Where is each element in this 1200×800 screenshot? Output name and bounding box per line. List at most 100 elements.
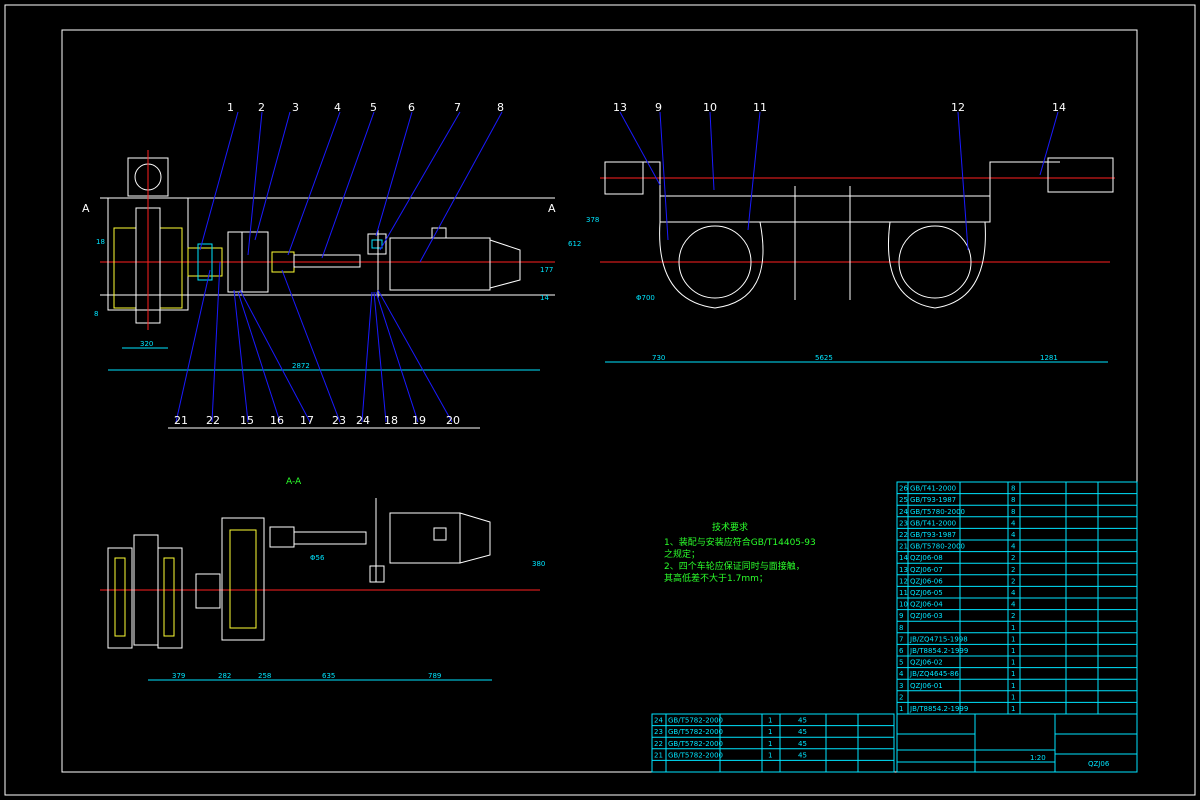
parts-list-lower: 24 GB/T5782-2000 1 45 23 GB/T5782-2000 1 45 22 GB… — [651, 713, 895, 773]
parts-row-no: 3 — [899, 682, 903, 690]
parts-row-code: GB/T93-1987 — [910, 531, 956, 539]
parts-row-code: GB/T41-2000 — [910, 519, 956, 527]
parts-lower-qty: 1 — [768, 751, 772, 759]
parts-lower-no: 24 — [654, 717, 663, 725]
sec-dim-5: 789 — [428, 672, 441, 680]
dim-inner: 320 — [140, 340, 153, 348]
top-balloons: 1 2 3 4 5 6 7 8 — [227, 101, 504, 114]
parts-row-qty: 2 — [1011, 566, 1015, 574]
parts-lower-no: 22 — [654, 740, 663, 748]
parts-row-no: 2 — [899, 693, 903, 701]
wheel-right — [159, 227, 183, 309]
dim-h1: 18 — [96, 238, 105, 246]
balloon-24: 24 — [356, 414, 370, 427]
sec-dim-v: 380 — [532, 560, 545, 568]
parts-row-code: JB/T8854.2-1999 — [909, 705, 968, 713]
parts-row-code: GB/T41-2000 — [910, 485, 956, 493]
parts-row-no: 4 — [899, 670, 904, 678]
tech-line-4: 其高低差不大于1.7mm； — [664, 572, 768, 584]
parts-lower-mat: 45 — [798, 740, 807, 748]
parts-row-qty: 1 — [1011, 659, 1015, 667]
parts-lower-code: GB/T5782-2000 — [668, 717, 723, 725]
parts-row-no: 26 — [899, 485, 908, 493]
parts-row-no: 1 — [899, 705, 903, 713]
parts-row-qty: 4 — [1011, 531, 1016, 539]
balloon-20: 20 — [446, 414, 460, 427]
sec-motor — [389, 512, 461, 564]
parts-row-code: QZJ06-04 — [910, 601, 943, 609]
parts-lower-no: 21 — [654, 751, 663, 759]
drawing-canvas: A A 2872 320 18 177 14 8 1 2 3 4 5 6 7 8… — [4, 4, 1196, 796]
top-left-view: A A 2872 320 18 177 14 8 1 2 3 4 5 6 7 8… — [82, 101, 556, 429]
parts-row-no: 12 — [899, 577, 908, 585]
parts-row-code: QZJ06-01 — [910, 682, 943, 690]
parts-row-qty: 1 — [1011, 670, 1015, 678]
balloon-3: 3 — [292, 101, 299, 114]
parts-row-no: 6 — [899, 647, 904, 655]
dim-h2: 177 — [540, 266, 553, 274]
balloon-9: 9 — [655, 101, 662, 114]
balloon-8: 8 — [497, 101, 504, 114]
parts-row-no: 8 — [899, 624, 903, 632]
balloon-2: 2 — [258, 101, 265, 114]
balloon-22: 22 — [206, 414, 220, 427]
section-mark-left: A — [82, 202, 90, 215]
parts-lower-qty: 1 — [768, 728, 772, 736]
sec-dim-w: Φ56 — [310, 554, 325, 562]
balloon-15: 15 — [240, 414, 254, 427]
parts-lower-qty: 1 — [768, 740, 772, 748]
dim-r2: 5625 — [815, 354, 833, 362]
parts-row-code: QZJ06-02 — [910, 659, 943, 667]
sec-coupling-2 — [269, 526, 295, 548]
parts-row-qty: 8 — [1011, 496, 1015, 504]
parts-row-no: 14 — [899, 554, 908, 562]
parts-row-no: 13 — [899, 566, 908, 574]
parts-row-no: 25 — [899, 496, 908, 504]
parts-row-code: QZJ06-05 — [910, 589, 943, 597]
dim-rv2: 612 — [568, 240, 581, 248]
motor-end — [489, 239, 521, 289]
sec-dim-1: 379 — [172, 672, 185, 680]
sec-dim-2: 282 — [218, 672, 231, 680]
balloon-7: 7 — [454, 101, 461, 114]
parts-row-qty: 4 — [1011, 589, 1016, 597]
parts-row-code: JB/T8854.2-1999 — [909, 647, 968, 655]
motor — [389, 237, 491, 291]
drawing-number: QZJ06 — [1088, 760, 1110, 768]
balloon-17: 17 — [300, 414, 314, 427]
parts-row-code: QZJ06-03 — [910, 612, 943, 620]
balloon-10: 10 — [703, 101, 717, 114]
wheel-left — [113, 227, 137, 309]
parts-lower-mat: 45 — [798, 751, 807, 759]
balloon-23: 23 — [332, 414, 346, 427]
sec-wheel-1-inner — [114, 557, 126, 637]
shaft — [293, 254, 361, 268]
parts-row-code: QZJ06-06 — [910, 577, 943, 585]
parts-row-qty: 8 — [1011, 508, 1015, 516]
dim-r1: 730 — [652, 354, 665, 362]
balloon-21: 21 — [174, 414, 188, 427]
parts-row-code: JB/ZQ4715-1998 — [909, 635, 968, 643]
parts-row-qty: 2 — [1011, 577, 1015, 585]
tech-line-2: 之规定； — [664, 548, 700, 560]
parts-list-upper: 26 GB/T41-2000 825 GB/T93-1987 824 GB/T5780-2… — [896, 481, 1138, 715]
parts-row-qty: 1 — [1011, 682, 1015, 690]
parts-row-code: GB/T5780-2000 — [910, 508, 965, 516]
parts-row-qty: 8 — [1011, 485, 1015, 493]
parts-row-qty: 4 — [1011, 519, 1016, 527]
parts-lower-code: GB/T5782-2000 — [668, 728, 723, 736]
balloon-4: 4 — [334, 101, 341, 114]
parts-row-code: GB/T5780-2000 — [910, 543, 965, 551]
dim-total: 2872 — [292, 362, 310, 370]
sec-gearbox — [221, 517, 265, 641]
dim-side: 8 — [94, 310, 98, 318]
wheel-housing-left — [659, 221, 764, 309]
parts-row-qty: 4 — [1011, 543, 1016, 551]
bottom-balloons: 21 22 15 16 17 23 24 18 19 20 — [174, 414, 460, 427]
balloon-12: 12 — [951, 101, 965, 114]
parts-lower-code: GB/T5782-2000 — [668, 751, 723, 759]
inner-frame — [61, 29, 1138, 773]
balloon-13: 13 — [613, 101, 627, 114]
parts-row-code: QZJ06-08 — [910, 554, 943, 562]
beam-ends — [605, 161, 1060, 196]
